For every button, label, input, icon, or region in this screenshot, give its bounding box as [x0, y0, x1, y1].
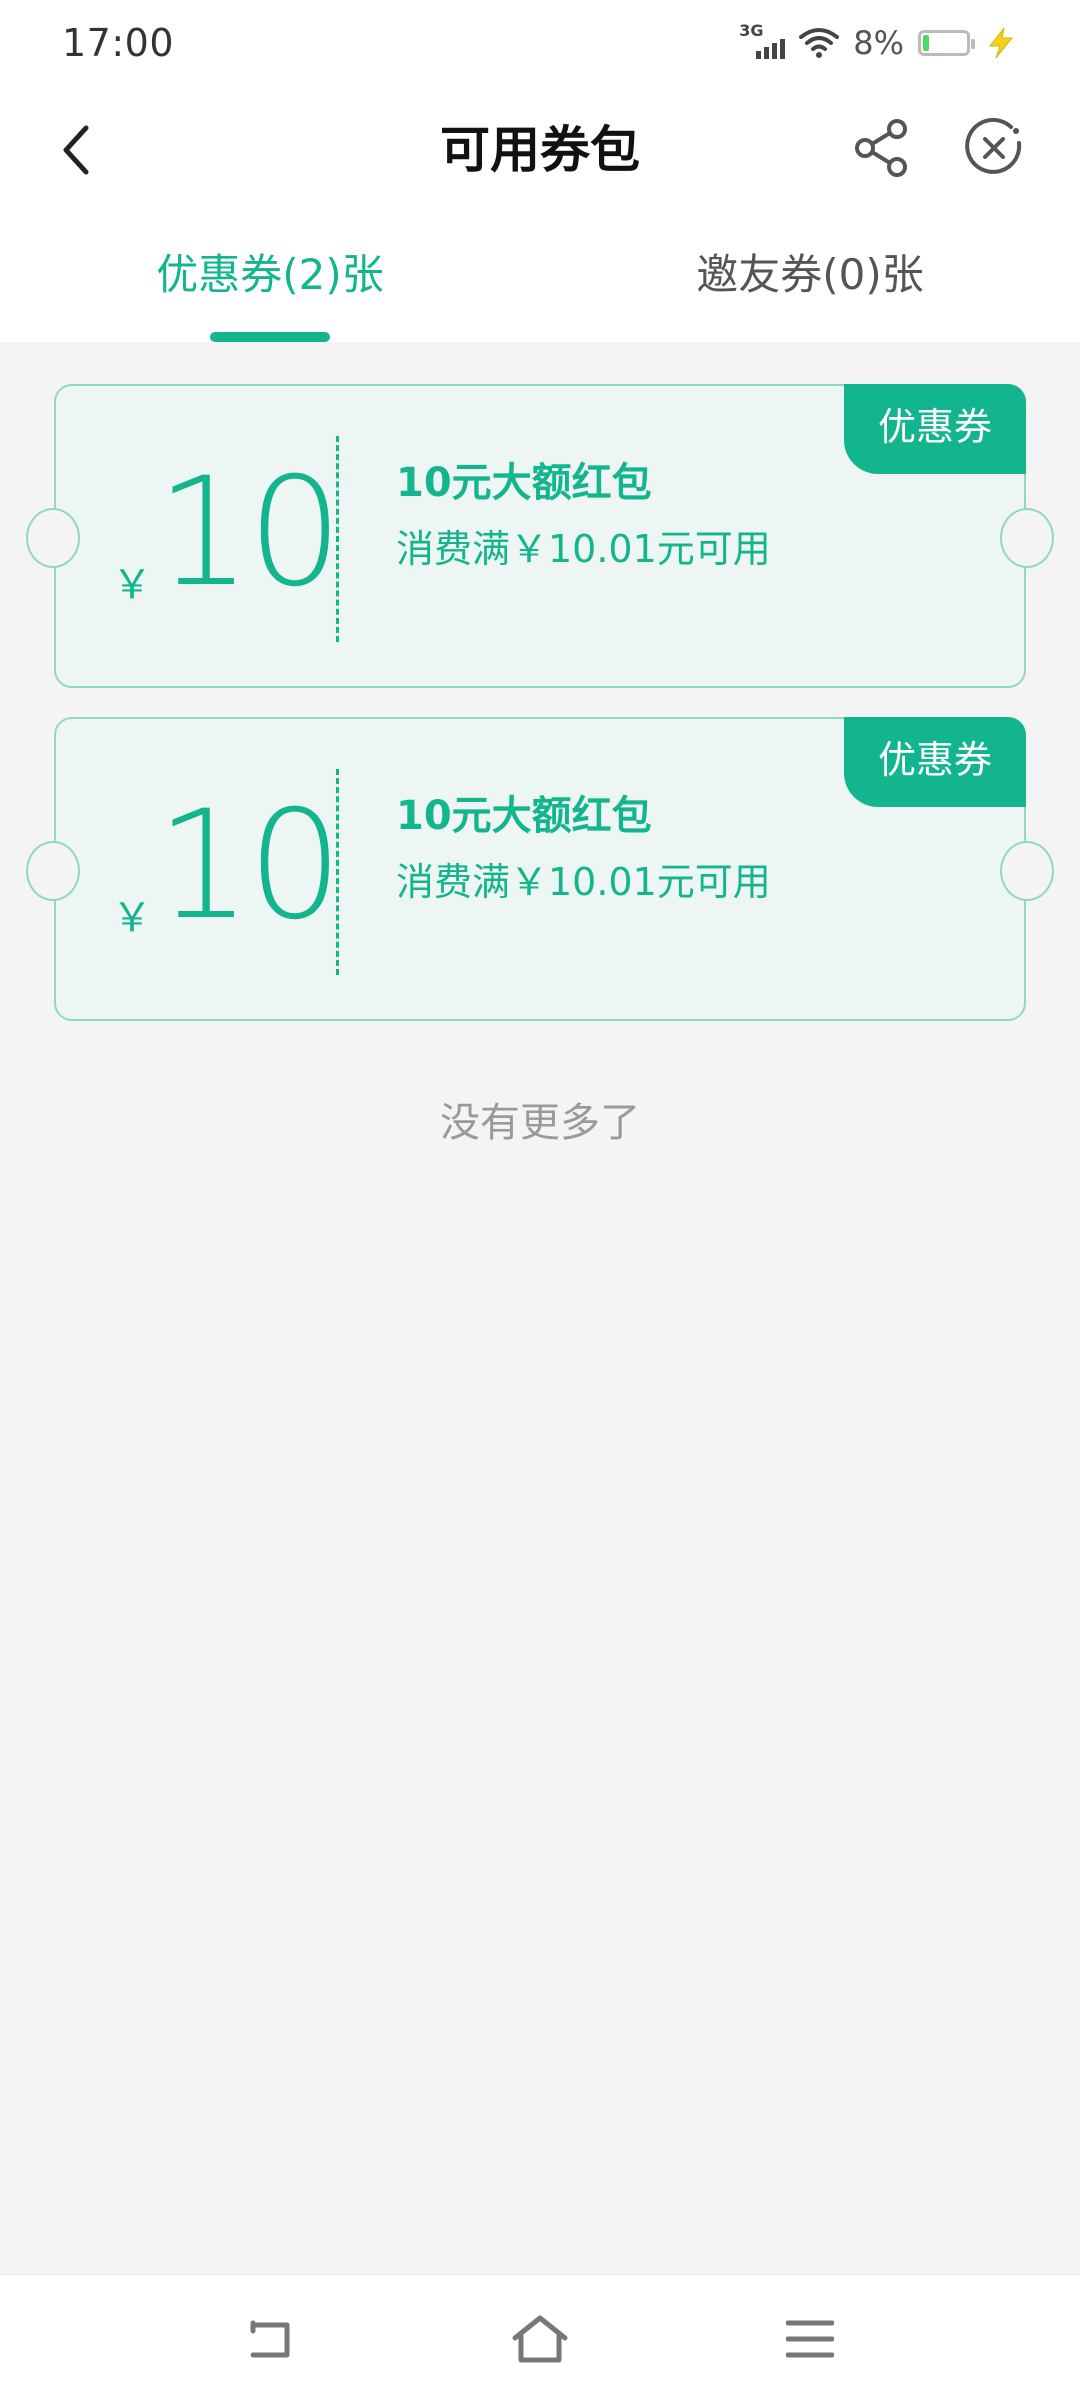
status-bar: 17:00 3G 8% [0, 0, 1080, 86]
share-icon [855, 119, 907, 177]
nav-home-button[interactable] [500, 2299, 580, 2379]
close-icon [965, 117, 1022, 174]
page-title: 可用券包 [440, 121, 640, 179]
nav-menu-button[interactable] [770, 2299, 850, 2379]
coupon-title: 10元大额红包 [396, 793, 652, 839]
coupon-divider [336, 436, 339, 642]
tab-coupons[interactable]: 优惠券(2)张 [0, 214, 540, 342]
page: 17:00 3G 8% 可用券包 优惠券(2)张 邀友券(0)张 优惠券 ￥ 1… [0, 0, 1080, 2400]
coupon-notch [1000, 841, 1054, 901]
coupon-card[interactable]: 优惠券 ￥ 10 10元大额红包 消费满￥10.01元可用 [26, 384, 1054, 688]
coupon-badge: 优惠券 [844, 384, 1026, 474]
coupon-title: 10元大额红包 [396, 460, 652, 506]
tab-invite-coupons[interactable]: 邀友券(0)张 [540, 214, 1080, 342]
coupon-notch [26, 841, 80, 901]
share-button[interactable] [846, 112, 918, 184]
network-type: 3G [739, 21, 764, 40]
tab-bar: 优惠券(2)张 邀友券(0)张 [0, 214, 1080, 342]
no-more-text: 没有更多了 [440, 1100, 640, 1146]
status-time: 17:00 [62, 21, 175, 65]
nav-back-button[interactable] [230, 2299, 310, 2379]
charging-icon [988, 27, 1014, 59]
tab-indicator [210, 332, 330, 342]
coupon-condition: 消费满￥10.01元可用 [396, 527, 771, 571]
coupon-notch [26, 508, 80, 568]
coupon-amount: 10 [156, 779, 343, 953]
close-button[interactable] [958, 112, 1030, 184]
coupon-badge: 优惠券 [844, 717, 1026, 807]
coupon-divider [336, 769, 339, 975]
status-icons: 3G 8% [739, 21, 1018, 62]
signal-icon: 3G [739, 21, 786, 61]
nav-back-icon [250, 2320, 290, 2358]
wifi-icon [799, 28, 840, 58]
coupon-notch [1000, 508, 1054, 568]
title-bar: 可用券包 [0, 86, 1080, 214]
nav-home-icon [512, 2315, 568, 2363]
battery-icon [918, 30, 975, 56]
coupon-condition: 消费满￥10.01元可用 [396, 860, 771, 904]
battery-percent: 8% [853, 24, 904, 62]
coupon-card[interactable]: 优惠券 ￥ 10 10元大额红包 消费满￥10.01元可用 [26, 717, 1054, 1021]
coupon-amount: 10 [156, 446, 343, 620]
coupon-currency: ￥ [112, 895, 152, 941]
system-nav-bar [0, 2274, 1080, 2400]
nav-menu-icon [786, 2320, 834, 2358]
coupon-currency: ￥ [112, 562, 152, 608]
